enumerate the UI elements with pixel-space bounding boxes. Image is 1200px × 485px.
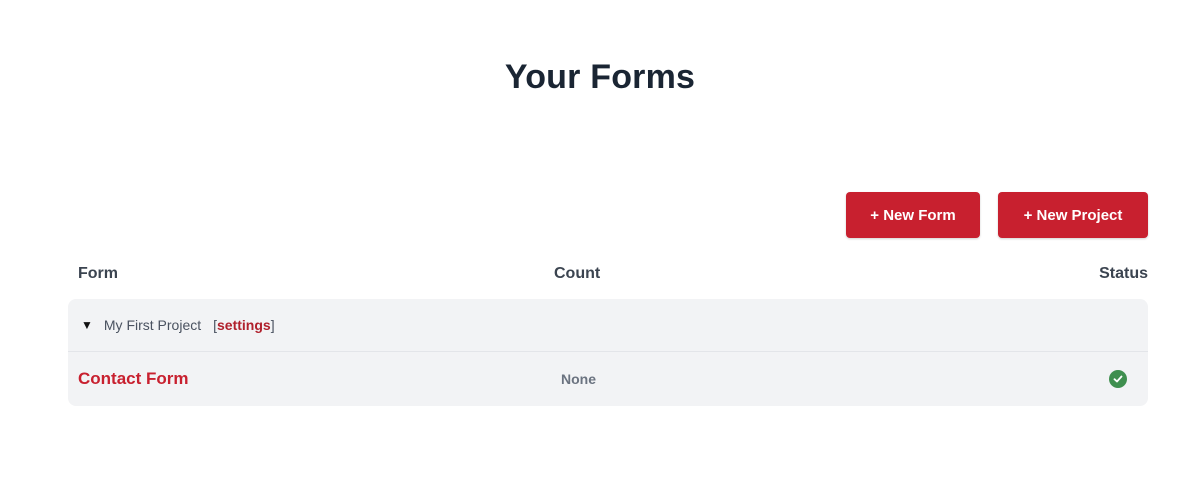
table-header: Form Count Status [68,255,1148,299]
column-header-form: Form [78,265,118,282]
table-body: ▼ My First Project [settings] Contact Fo… [68,299,1148,406]
close-bracket: ] [270,317,275,333]
forms-table: Form Count Status ▼ My First Project [se… [68,255,1148,406]
project-settings-link[interactable]: settings [217,317,271,333]
new-form-button[interactable]: + New Form [846,192,980,238]
form-count: None [561,371,596,387]
project-name: My First Project [103,317,202,333]
table-row: Contact Form None [68,352,1148,406]
page-title: Your Forms [504,58,696,96]
caret-down-icon[interactable]: ▼ [81,318,93,332]
form-name-link[interactable]: Contact Form [78,369,189,389]
page: Your Forms + New Form + New Project Form… [0,0,1200,485]
project-row: ▼ My First Project [settings] [68,299,1148,352]
action-bar: + New Form + New Project [846,192,1148,238]
check-circle-icon [1109,370,1127,388]
column-header-count: Count [554,265,601,282]
column-header-status: Status [1099,265,1148,282]
new-project-button[interactable]: + New Project [998,192,1148,238]
